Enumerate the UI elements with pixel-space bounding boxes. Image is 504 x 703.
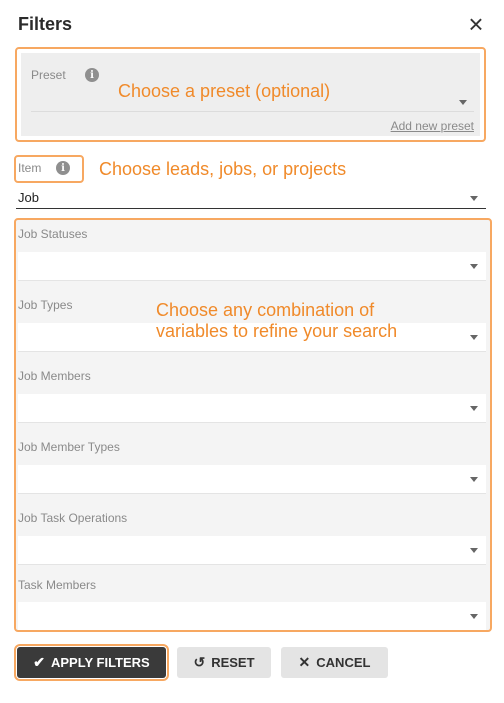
job-task-operations-select[interactable] <box>18 536 486 564</box>
item-annotation: Choose leads, jobs, or projects <box>99 159 347 179</box>
undo-icon: ↺ <box>193 654 206 670</box>
field-label-job-members: Job Members <box>18 369 91 383</box>
preset-annotation: Choose a preset (optional) <box>118 81 331 101</box>
cancel-button[interactable]: ✕ CANCEL <box>281 647 388 678</box>
divider <box>18 351 486 352</box>
reset-button[interactable]: ↺ RESET <box>177 647 271 678</box>
divider <box>18 564 486 565</box>
divider <box>18 280 486 281</box>
item-label: Item <box>18 161 42 175</box>
info-icon[interactable]: i <box>85 68 99 82</box>
divider <box>18 493 486 494</box>
apply-filters-button[interactable]: ✔ APPLY FILTERS <box>14 644 169 681</box>
chevron-down-icon[interactable] <box>470 614 478 619</box>
cancel-label: CANCEL <box>316 655 371 670</box>
check-icon: ✔ <box>33 654 45 670</box>
field-label-job-types: Job Types <box>18 298 73 312</box>
fields-annotation-line2: variables to refine your search <box>156 321 398 341</box>
dialog-title: Filters <box>18 14 73 34</box>
field-label-job-member-types: Job Member Types <box>18 440 120 454</box>
job-members-select[interactable] <box>18 394 486 422</box>
add-new-preset-link[interactable]: Add new preset <box>391 119 474 133</box>
fields-annotation-line1: Choose any combination of <box>156 300 375 320</box>
apply-filters-label: APPLY FILTERS <box>51 655 150 670</box>
divider <box>18 422 486 423</box>
chevron-down-icon[interactable] <box>470 406 478 411</box>
task-members-select[interactable] <box>18 602 486 630</box>
item-select-underline <box>16 208 486 209</box>
chevron-down-icon[interactable] <box>470 264 478 269</box>
filters-dialog: Filters × Preset i Add new preset Choose… <box>0 0 504 703</box>
job-member-types-select[interactable] <box>18 465 486 493</box>
field-label-job-statuses: Job Statuses <box>18 227 88 241</box>
chevron-down-icon[interactable] <box>470 335 478 340</box>
chevron-down-icon[interactable] <box>470 477 478 482</box>
job-statuses-select[interactable] <box>18 252 486 280</box>
chevron-down-icon[interactable] <box>470 196 478 201</box>
chevron-down-icon[interactable] <box>459 100 467 105</box>
field-label-task-members: Task Members <box>18 578 97 592</box>
chevron-down-icon[interactable] <box>470 548 478 553</box>
field-label-job-task-operations: Job Task Operations <box>18 511 128 525</box>
preset-label: Preset <box>31 68 66 82</box>
reset-label: RESET <box>211 655 255 670</box>
preset-underline <box>31 111 474 112</box>
item-select-value[interactable]: Job <box>18 190 39 205</box>
close-icon: ✕ <box>298 654 311 670</box>
close-icon[interactable]: × <box>464 11 488 37</box>
info-icon[interactable]: i <box>56 161 70 175</box>
